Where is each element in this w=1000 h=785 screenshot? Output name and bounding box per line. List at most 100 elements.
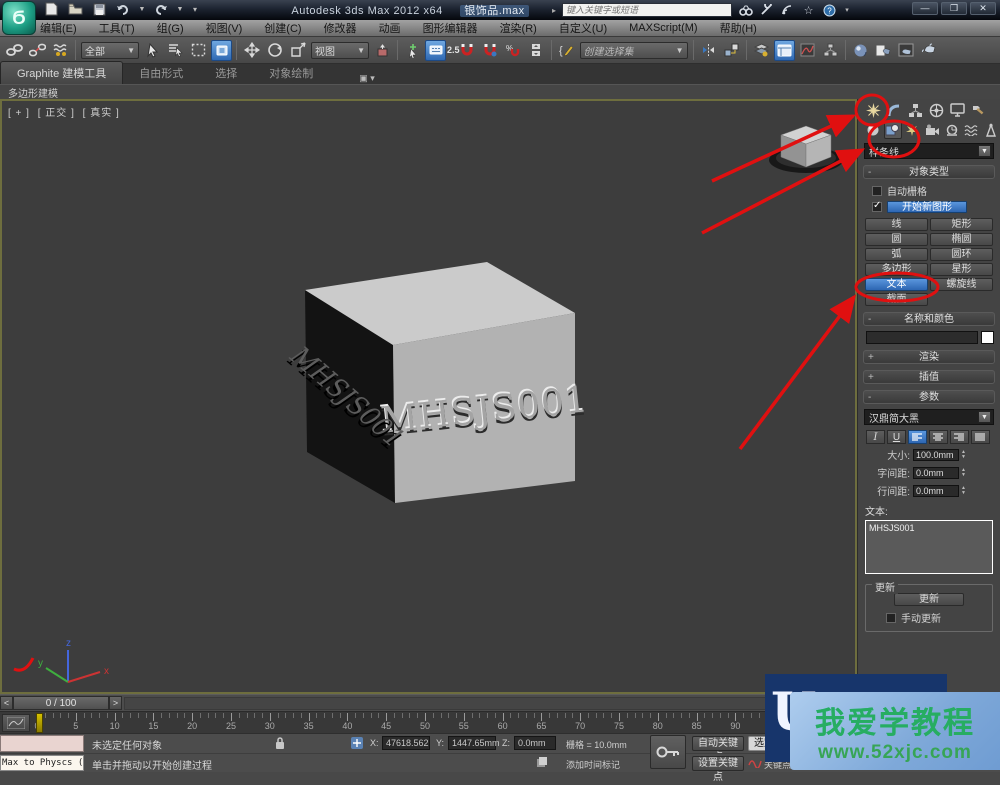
close-button[interactable]: ✕ [970,2,996,15]
geometry-category-icon[interactable] [864,121,882,139]
create-tab-icon[interactable] [864,101,883,119]
help-icon[interactable]: ? [822,3,837,17]
align-right-button[interactable] [950,430,969,444]
layer-manager-icon[interactable] [751,40,772,61]
object-type-button[interactable]: 矩形 [930,218,993,231]
z-coordinate-field[interactable]: 0.0mm [514,736,556,750]
maxscript-mini-listener-pink[interactable] [0,735,84,752]
size-field[interactable]: 100.0mm [913,449,959,461]
object-type-button[interactable]: 螺旋线 [930,278,993,291]
autogrid-checkbox[interactable] [872,186,882,196]
time-slider-handle[interactable] [36,713,43,733]
snaps-toggle-icon[interactable] [457,40,478,61]
align-left-button[interactable] [908,430,927,444]
curve-editor-icon[interactable] [797,40,818,61]
menu-item[interactable]: 视图(V) [206,20,243,36]
search-input[interactable] [562,3,732,17]
rollout-object-type[interactable]: -对象类型 [863,165,995,179]
ribbon-tab-graphite[interactable]: Graphite 建模工具 [0,61,123,84]
rollout-interpolation[interactable]: +插值 [863,370,995,384]
object-color-swatch[interactable] [981,331,994,344]
unlink-selection-icon[interactable] [27,40,48,61]
select-and-manipulate-icon[interactable] [402,40,423,61]
percent-snap-icon[interactable]: % [503,40,524,61]
space-warps-category-icon[interactable] [963,121,981,139]
ribbon-tab-object-paint[interactable]: 对象绘制 [253,62,329,84]
menu-item[interactable]: 动画 [379,20,401,36]
isolate-toggle-icon[interactable] [536,756,548,770]
update-button[interactable]: 更新 [894,593,964,606]
align-icon[interactable] [721,40,742,61]
absolute-offset-toggle-icon[interactable] [350,736,364,752]
leading-spinner[interactable]: ▲▼ [961,486,966,496]
rollout-name-color[interactable]: -名称和颜色 [863,312,995,326]
subscription-wrench-icon[interactable] [759,3,774,17]
object-type-button[interactable]: 弧 [865,248,928,261]
favorites-star-icon[interactable]: ☆ [801,3,816,17]
menu-item[interactable]: 工具(T) [99,20,135,36]
select-and-link-icon[interactable] [4,40,25,61]
ribbon-tab-freeform[interactable]: 自由形式 [123,62,199,84]
dropdown-arrow-icon[interactable]: ▼ [978,411,991,423]
select-object-icon[interactable] [142,40,163,61]
render-setup-icon[interactable] [873,40,894,61]
ribbon-panel-polymodeling[interactable]: 多边形建模 [8,85,58,100]
maximize-button[interactable]: ❒ [941,2,967,15]
helpers-category-icon[interactable] [943,121,961,139]
add-time-tag[interactable]: 添加时间标记 [566,758,620,771]
current-frame-display[interactable]: 0 / 100 [13,696,109,710]
menu-item[interactable]: 自定义(U) [559,20,607,36]
spinner-snap-icon[interactable] [526,40,547,61]
select-and-scale-icon[interactable] [287,40,308,61]
schematic-view-icon[interactable] [820,40,841,61]
start-new-shape-label[interactable]: 开始新图形 [887,201,967,213]
search-binoculars-icon[interactable] [738,3,753,17]
select-and-rotate-icon[interactable] [264,40,285,61]
object-type-button[interactable]: 截面 [865,293,928,306]
size-spinner[interactable]: ▲▼ [961,450,966,460]
modify-tab-icon[interactable] [885,101,904,119]
menu-item[interactable]: 帮助(H) [720,20,757,36]
rollout-rendering[interactable]: +渲染 [863,350,995,364]
use-pivot-point-icon[interactable] [372,40,393,61]
motion-tab-icon[interactable] [927,101,946,119]
shape-category-dropdown[interactable]: 样条线▼ [864,143,994,159]
object-type-button[interactable]: 圆 [865,233,928,246]
selection-filter-dropdown[interactable]: 全部▼ [81,42,139,59]
infocenter-arrow-icon[interactable]: ▸ [552,6,556,15]
help-dropdown-icon[interactable]: ▾ [843,3,851,17]
track-bar[interactable]: 0510152025303540455055606570758085909510… [0,711,857,733]
maxscript-mini-listener-white[interactable]: Max to Physcs ( [0,755,84,771]
systems-category-icon[interactable] [982,121,1000,139]
manual-update-checkbox[interactable] [886,613,896,623]
shapes-category-icon[interactable] [884,121,902,139]
minimize-button[interactable]: — [912,2,938,15]
object-type-button[interactable]: 星形 [930,263,993,276]
menu-item[interactable]: 图形编辑器 [423,20,478,36]
utilities-tab-icon[interactable] [969,101,988,119]
start-new-shape-checkbox[interactable] [872,202,882,212]
timeline-ruler[interactable]: 0510152025303540455055606570758085909510… [34,712,854,734]
menu-item[interactable]: MAXScript(M) [629,22,697,34]
previous-frame-button[interactable]: < [0,696,13,710]
bind-to-space-warp-icon[interactable] [50,40,71,61]
rendered-frame-window-icon[interactable] [896,40,917,61]
menu-item[interactable]: 编辑(E) [40,20,77,36]
italic-button[interactable]: I [866,430,885,444]
graphite-ribbon-toggle-icon[interactable] [774,40,795,61]
leading-field[interactable]: 0.0mm [913,485,959,497]
selection-lock-icon[interactable] [274,736,286,752]
ribbon-tab-selection[interactable]: 选择 [199,62,253,84]
keyboard-shortcut-override-icon[interactable] [425,40,446,61]
select-by-name-icon[interactable] [165,40,186,61]
object-type-button[interactable]: 线 [865,218,928,231]
communication-center-icon[interactable] [780,3,795,17]
set-key-button[interactable]: 设置关键点 [692,756,744,771]
cameras-category-icon[interactable] [923,121,941,139]
underline-button[interactable]: U [887,430,906,444]
align-center-button[interactable] [929,430,948,444]
angle-snap-icon[interactable] [480,40,501,61]
kerning-field[interactable]: 0.0mm [913,467,959,479]
max-application-button[interactable]: Ϭ [2,1,36,35]
mini-curve-editor-button[interactable] [2,714,30,732]
